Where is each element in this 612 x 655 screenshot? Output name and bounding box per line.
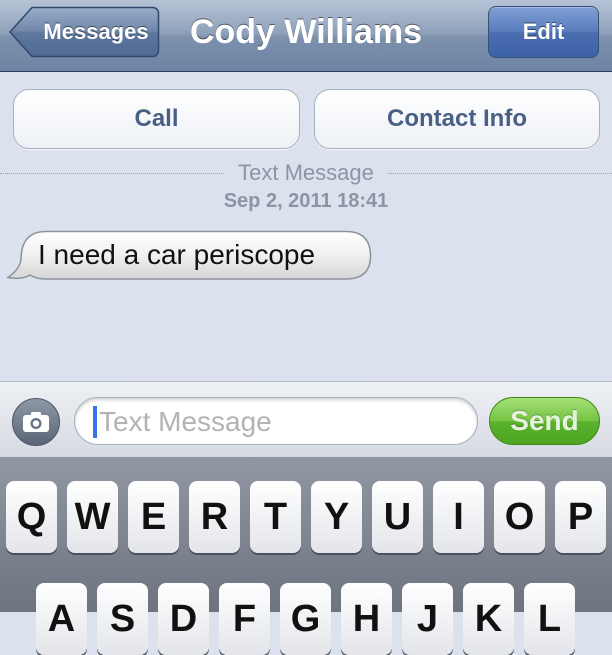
key-o[interactable]: O bbox=[494, 481, 545, 553]
key-f[interactable]: F bbox=[219, 583, 270, 655]
message-input-field[interactable] bbox=[74, 397, 478, 445]
message-input[interactable] bbox=[97, 401, 471, 443]
key-q[interactable]: Q bbox=[6, 481, 57, 553]
key-i[interactable]: I bbox=[433, 481, 484, 553]
key-p[interactable]: P bbox=[555, 481, 606, 553]
key-a[interactable]: A bbox=[36, 583, 87, 655]
key-t[interactable]: T bbox=[250, 481, 301, 553]
compose-bar: Send bbox=[0, 381, 612, 457]
separator-label: Text Message bbox=[238, 160, 374, 185]
separator-line-left bbox=[0, 173, 224, 174]
message-timestamp: Sep 2, 2011 18:41 bbox=[223, 190, 389, 212]
key-e[interactable]: E bbox=[128, 481, 179, 553]
key-k[interactable]: K bbox=[463, 583, 514, 655]
call-button[interactable]: Call bbox=[13, 89, 300, 149]
send-button[interactable]: Send bbox=[489, 397, 600, 445]
contact-info-button[interactable]: Contact Info bbox=[314, 89, 600, 149]
key-w[interactable]: W bbox=[67, 481, 118, 553]
keyboard: Q W E R T Y U I O P A S D F G H J K L bbox=[0, 457, 612, 655]
key-g[interactable]: G bbox=[280, 583, 331, 655]
key-r[interactable]: R bbox=[189, 481, 240, 553]
edit-button[interactable]: Edit bbox=[488, 6, 599, 58]
key-l[interactable]: L bbox=[524, 583, 575, 655]
key-j[interactable]: J bbox=[402, 583, 453, 655]
separator-line-right bbox=[388, 173, 612, 174]
navigation-bar: Messages Cody Williams Edit bbox=[0, 0, 612, 72]
back-button-label: Messages bbox=[43, 19, 149, 44]
page-title: Cody Williams bbox=[189, 13, 423, 51]
key-d[interactable]: D bbox=[158, 583, 209, 655]
key-y[interactable]: Y bbox=[311, 481, 362, 553]
back-button[interactable]: Messages bbox=[8, 6, 160, 58]
camera-icon bbox=[23, 412, 49, 432]
key-s[interactable]: S bbox=[97, 583, 148, 655]
message-text: I need a car periscope bbox=[38, 239, 316, 270]
key-u[interactable]: U bbox=[372, 481, 423, 553]
key-h[interactable]: H bbox=[341, 583, 392, 655]
camera-button[interactable] bbox=[12, 398, 60, 446]
